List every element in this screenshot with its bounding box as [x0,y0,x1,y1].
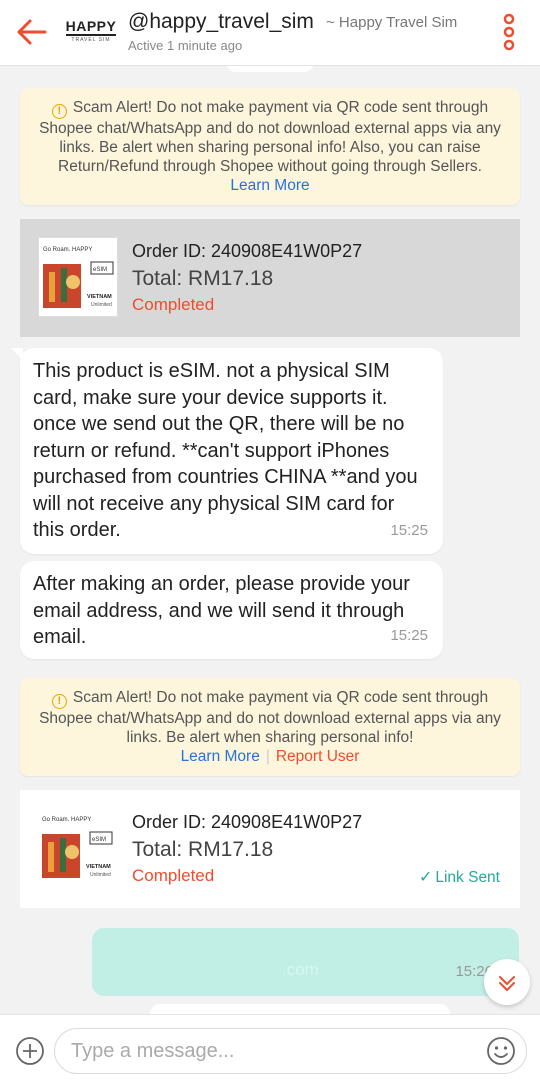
esim-product-image: Go Roam. HAPPY eSIM VIETNAM Unlimited [39,238,117,316]
order-total: Total: RM17.18 [132,838,274,861]
message-time: 15:25 [390,626,428,644]
svg-text:Go Roam. HAPPY: Go Roam. HAPPY [42,817,91,823]
scam-alert-banner: ! Scam Alert! Do not make payment via QR … [20,88,520,205]
learn-more-link[interactable]: Learn More [230,177,309,194]
learn-more-link[interactable]: Learn More [181,748,260,765]
warning-icon: ! [51,104,67,119]
svg-text:Unlimited: Unlimited [90,872,111,878]
svg-text:Unlimited: Unlimited [91,302,112,308]
svg-text:VIETNAM: VIETNAM [86,864,111,870]
message-list[interactable]: ! Scam Alert! Do not make payment via QR … [0,66,540,1014]
divider: | [265,748,270,765]
report-user-link[interactable]: Report User [276,748,360,765]
back-arrow-icon[interactable] [14,14,50,50]
order-card[interactable]: Go Roam. HAPPY eSIM VIETNAM Unlimited Or… [20,790,520,908]
scroll-to-bottom-button[interactable] [484,959,530,1005]
product-thumbnail: Go Roam. HAPPY eSIM VIETNAM Unlimited [38,237,118,317]
message-time: 15:25 [390,521,428,539]
svg-text:Go Roam. HAPPY: Go Roam. HAPPY [43,247,92,253]
order-total: Total: RM17.18 [132,267,274,290]
product-thumbnail: Go Roam. HAPPY eSIM VIETNAM Unlimited [38,808,118,888]
message-text: After making an order, please provide yo… [33,573,410,648]
order-card[interactable]: Go Roam. HAPPY eSIM VIETNAM Unlimited Or… [20,219,520,337]
emoji-icon[interactable] [486,1036,516,1066]
scam-alert-banner: ! Scam Alert! Do not make payment via QR … [20,678,520,776]
message-text: This product is eSIM. not a physical SIM… [33,360,418,541]
order-status: Completed [132,295,215,314]
warning-icon: ! [51,694,67,709]
message-input[interactable] [54,1028,527,1074]
link-sent-status: ✓ Link Sent [418,869,500,886]
incoming-message: After making an order, please provide yo… [20,561,443,659]
chat-header: HAPPY TRAVEL SIM @happy_travel_sim ~ Hap… [0,0,540,66]
esim-product-image: Go Roam. HAPPY eSIM VIETNAM Unlimited [38,808,118,888]
shop-logo[interactable]: HAPPY TRAVEL SIM [62,12,120,50]
scam-alert-text: Scam Alert! Do not make payment via QR c… [39,689,501,746]
incoming-message: This product is eSIM. not a physical SIM… [11,348,443,554]
order-id: Order ID: 240908E41W0P27 [132,812,363,832]
order-status: Completed [132,866,215,885]
add-attachment-icon[interactable] [15,1036,45,1066]
shop-name: ~ Happy Travel Sim [326,14,458,31]
next-message-edge [150,1004,450,1014]
composer-bar [0,1014,540,1080]
outgoing-message: .com 15:26 [92,928,519,996]
message-text: .com [282,960,319,979]
check-icon: ✓ [418,869,433,886]
svg-text:eSIM: eSIM [93,267,107,273]
active-status: Active 1 minute ago [128,38,243,53]
svg-text:VIETNAM: VIETNAM [87,294,112,300]
double-chevron-down-icon [499,976,515,991]
more-vertical-icon[interactable] [496,12,522,52]
order-id: Order ID: 240908E41W0P27 [132,241,363,261]
previous-message-edge [226,66,314,72]
shop-handle[interactable]: @happy_travel_sim [128,10,314,34]
scam-alert-text: Scam Alert! Do not make payment via QR c… [39,99,501,175]
svg-text:eSIM: eSIM [92,837,106,843]
